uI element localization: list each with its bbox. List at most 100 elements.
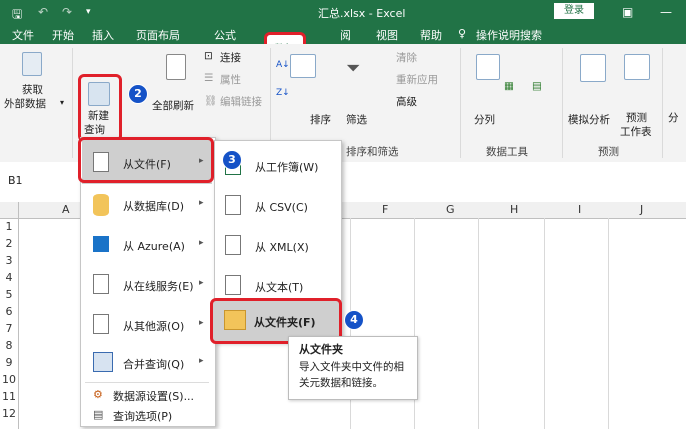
divider: [460, 48, 461, 158]
online-services-icon: [93, 274, 109, 294]
submenu-item-from-csv[interactable]: 从 CSV(C): [215, 187, 339, 225]
row-9[interactable]: 9: [0, 356, 18, 369]
tab-file[interactable]: 文件: [12, 27, 34, 43]
row-2[interactable]: 2: [0, 237, 18, 250]
menu-label: 从数据库(D): [123, 200, 185, 213]
settings-icon: ⚙: [93, 388, 103, 401]
forecast-label-2[interactable]: 工作表: [620, 124, 652, 139]
grid-line: [608, 218, 609, 429]
window-title: 汇总.xlsx - Excel: [318, 7, 406, 20]
name-box[interactable]: B1: [8, 174, 23, 187]
chevron-right-icon: ▸: [199, 356, 204, 366]
tooltip-body-line1: 导入文件夹中文件的相: [299, 361, 404, 373]
menu-label: 合并查询(Q): [123, 358, 185, 371]
tell-me-search[interactable]: 操作说明搜索: [476, 27, 542, 43]
lightbulb-icon: ♀: [458, 27, 467, 40]
tab-view[interactable]: 视图: [376, 27, 398, 43]
row-5[interactable]: 5: [0, 288, 18, 301]
menu-label: 从其他源(O): [123, 320, 185, 333]
col-f[interactable]: F: [382, 203, 388, 216]
tooltip: 从文件夹 导入文件夹中文件的相 关元数据和链接。: [288, 336, 418, 400]
connections-icon: ⊡: [204, 50, 213, 62]
filter-label[interactable]: 筛选: [346, 112, 367, 127]
grid-line: [544, 218, 545, 429]
what-if-label[interactable]: 模拟分析: [568, 112, 610, 127]
row-1[interactable]: 1: [0, 220, 18, 233]
flash-fill-icon[interactable]: ▦: [504, 80, 514, 92]
login-button[interactable]: 登录: [554, 3, 594, 19]
col-j[interactable]: J: [640, 203, 643, 216]
edit-links-icon: ⛓: [204, 95, 218, 107]
row-12[interactable]: 12: [0, 407, 18, 420]
sort-label[interactable]: 排序: [310, 112, 331, 127]
from-file-highlight: [78, 137, 214, 183]
tooltip-body-line2: 关元数据和链接。: [299, 377, 383, 389]
external-data-icon: [22, 52, 42, 76]
new-query-button[interactable]: [78, 74, 122, 142]
menu-item-from-azure[interactable]: 从 Azure(A) ▸: [81, 226, 213, 264]
row-7[interactable]: 7: [0, 322, 18, 335]
group-data-tools: 数据工具: [486, 146, 528, 158]
menu-item-data-source-settings[interactable]: ⚙ 数据源设置(S)...: [81, 386, 213, 406]
chevron-right-icon: ▸: [199, 318, 204, 328]
row-6[interactable]: 6: [0, 305, 18, 318]
col-h[interactable]: H: [510, 203, 518, 216]
data-validation-icon[interactable]: ▤: [532, 80, 542, 92]
tab-insert[interactable]: 插入: [92, 27, 114, 43]
title-bar: 🖫 ↶ ↷ ▾ 汇总.xlsx - Excel 登录 ▣ —: [0, 0, 686, 24]
forecast-sheet-icon: [624, 54, 650, 80]
properties-label: 属性: [220, 74, 241, 86]
row-11[interactable]: 11: [0, 390, 18, 403]
submenu-label: 从文本(T): [255, 281, 304, 294]
forecast-label-1[interactable]: 预测: [626, 110, 647, 125]
row-10[interactable]: 10: [0, 373, 18, 386]
save-icon[interactable]: 🖫: [12, 5, 22, 26]
ribbon-display-icon[interactable]: ▣: [622, 5, 633, 19]
tab-review[interactable]: 阅: [340, 27, 351, 43]
tab-help[interactable]: 帮助: [420, 27, 442, 43]
database-icon: [93, 194, 109, 216]
submenu-label: 从工作簿(W): [255, 161, 319, 174]
sort-desc-icon[interactable]: Z↓: [276, 88, 290, 98]
options-icon: ▤: [93, 408, 104, 421]
row-4[interactable]: 4: [0, 271, 18, 284]
tab-home[interactable]: 开始: [52, 27, 74, 43]
chevron-down-icon[interactable]: ▾: [60, 98, 64, 107]
menu-item-from-other[interactable]: 从其他源(O) ▸: [81, 306, 213, 344]
minimize-icon[interactable]: —: [660, 5, 672, 19]
get-external-label-1[interactable]: 获取: [22, 82, 43, 97]
row-8[interactable]: 8: [0, 339, 18, 352]
menu-item-combine-queries[interactable]: 合并查询(Q) ▸: [81, 344, 213, 382]
row-3[interactable]: 3: [0, 254, 18, 267]
outline-label[interactable]: 分: [668, 110, 679, 125]
text-to-columns-icon: [476, 54, 500, 80]
chevron-right-icon: ▸: [199, 238, 204, 248]
tab-formulas[interactable]: 公式: [214, 27, 236, 43]
col-a[interactable]: A: [62, 203, 70, 216]
clear-label: 清除: [396, 52, 417, 64]
sort-dialog-icon: [290, 54, 316, 78]
advanced-label[interactable]: 高级: [396, 94, 417, 109]
col-g[interactable]: G: [446, 203, 455, 216]
undo-icon[interactable]: ↶: [38, 5, 48, 19]
group-sort-filter: 排序和筛选: [346, 146, 399, 158]
sort-asc-icon[interactable]: A↓: [276, 60, 290, 70]
azure-icon: [93, 236, 109, 252]
menu-label: 从在线服务(E): [123, 280, 194, 293]
tab-page-layout[interactable]: 页面布局: [136, 27, 180, 43]
col-i[interactable]: I: [578, 203, 581, 216]
submenu-item-from-xml[interactable]: 从 XML(X): [215, 227, 339, 265]
menu-item-from-online[interactable]: 从在线服务(E) ▸: [81, 266, 213, 304]
text-to-columns-label[interactable]: 分列: [474, 112, 495, 127]
csv-icon: [225, 195, 241, 215]
connections-label[interactable]: 连接: [220, 50, 241, 65]
combine-icon: [93, 352, 113, 372]
menu-item-query-options[interactable]: ▤ 查询选项(P): [81, 406, 213, 426]
menu-item-from-database[interactable]: 从数据库(D) ▸: [81, 186, 213, 224]
customize-qat-icon[interactable]: ▾: [86, 7, 91, 17]
get-external-label-2[interactable]: 外部数据: [4, 96, 46, 111]
redo-icon[interactable]: ↷: [62, 5, 72, 19]
submenu-label: 从 XML(X): [255, 241, 309, 254]
refresh-all-label[interactable]: 全部刷新: [152, 98, 194, 113]
grid-line: [18, 202, 19, 429]
